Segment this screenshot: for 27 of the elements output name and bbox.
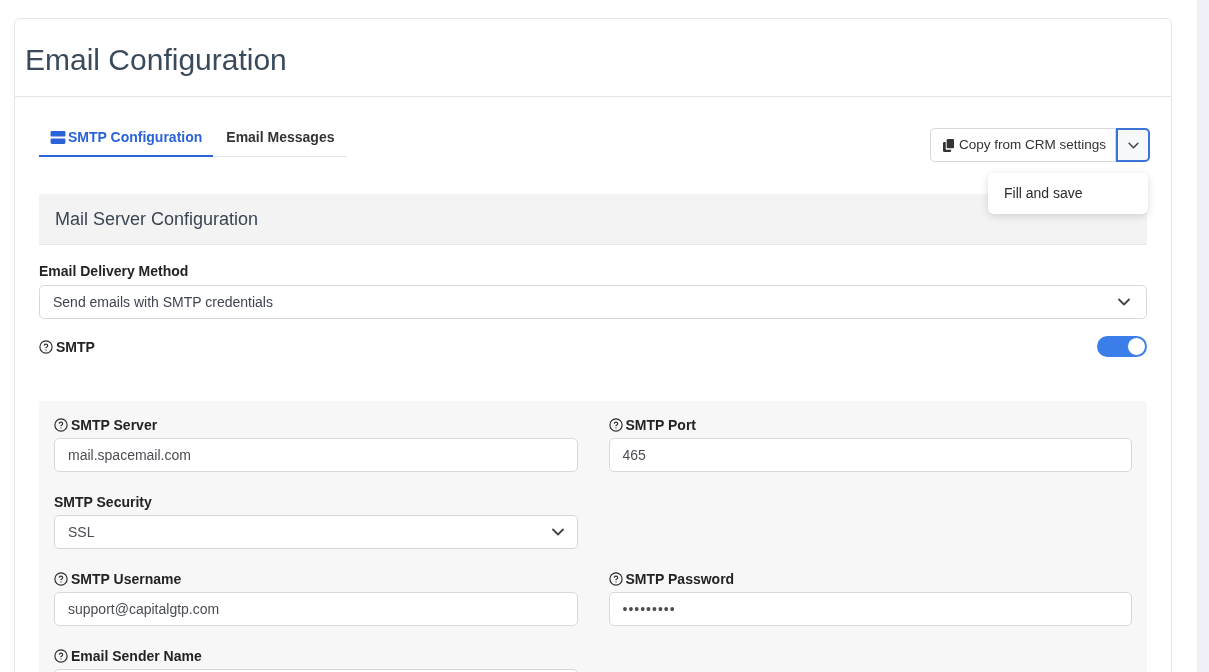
select-field[interactable]: Send emails with SMTP credentials [39, 285, 1147, 319]
menu-item[interactable]: Fill and save [988, 177, 1148, 210]
field-label: SMTP Username [71, 570, 182, 588]
field-label: SMTP [56, 338, 95, 356]
field-label: SMTP Server [71, 416, 158, 434]
dropdown-toggle-button[interactable] [1116, 128, 1150, 162]
server-icon [50, 130, 66, 144]
chevron-down-icon [551, 528, 564, 536]
toggle-switch[interactable] [1097, 336, 1147, 357]
section-title: Mail Server Configuration [55, 207, 259, 231]
field-label: Email Sender Name [71, 647, 202, 665]
tab[interactable]: SMTP Configuration [39, 119, 214, 157]
chevron-down-icon [1118, 298, 1130, 306]
input-field[interactable]: 465 [608, 438, 1132, 472]
field-label: SMTP Password [625, 570, 735, 588]
tab[interactable]: Email Messages [213, 119, 348, 157]
copy-button[interactable]: Copy from CRM settings [929, 128, 1116, 162]
chevron-down-icon [1127, 141, 1139, 149]
input-field[interactable]: mail.spacemail.com [54, 438, 578, 472]
select-field[interactable]: SSL [54, 515, 578, 549]
input-field[interactable]: support@capitalgtp.com [54, 592, 578, 626]
copy-icon [942, 138, 954, 152]
password-field[interactable]: ••••••••• [608, 592, 1132, 626]
field-label: SMTP Security [54, 493, 152, 511]
field-label: Email Delivery Method [39, 262, 189, 280]
page-title: Email Configuration [25, 41, 287, 78]
field-label: SMTP Port [625, 416, 697, 434]
